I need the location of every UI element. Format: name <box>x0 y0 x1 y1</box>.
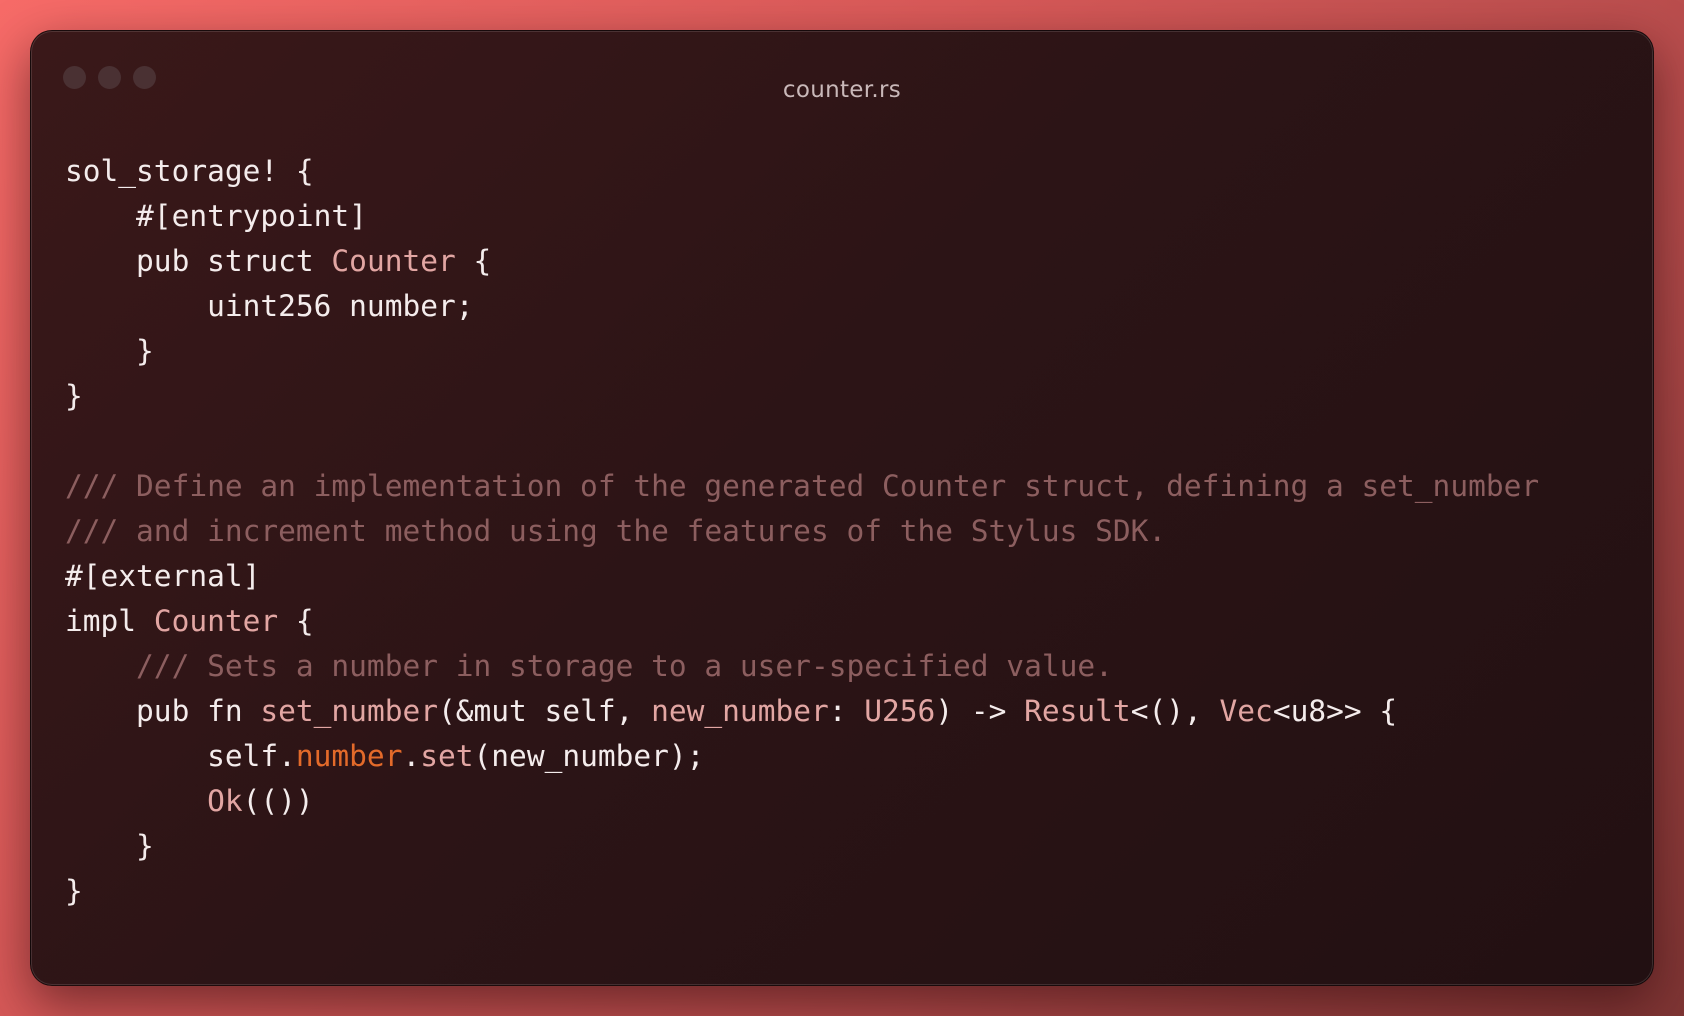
code-token: U256 <box>864 694 936 728</box>
code-token: } <box>65 334 154 368</box>
code-line: #[external] <box>65 554 1633 599</box>
code-token: self. <box>65 739 296 773</box>
code-window: counter.rs sol_storage! { #[entrypoint] … <box>30 30 1654 986</box>
code-token: (new_number); <box>473 739 705 773</box>
code-line: uint256 number; <box>65 284 1633 329</box>
code-token: /// Sets a number in storage to a user-s… <box>65 649 1113 683</box>
code-line: #[entrypoint] <box>65 194 1633 239</box>
code-token: } <box>65 379 83 413</box>
code-token: pub fn <box>65 694 261 728</box>
code-token: (&mut self, <box>437 694 652 728</box>
code-block: sol_storage! { #[entrypoint] pub struct … <box>65 149 1633 914</box>
code-token: number <box>295 739 403 773</box>
code-token: pub struct <box>65 244 332 278</box>
code-token: Ok <box>207 784 243 818</box>
code-line: sol_storage! { <box>65 149 1633 194</box>
code-token: uint256 number; <box>65 289 474 323</box>
code-token: : <box>828 694 865 728</box>
code-token: new_number <box>651 694 829 728</box>
code-token: Vec <box>1219 694 1273 728</box>
window-title: counter.rs <box>782 77 902 103</box>
code-token: Result <box>1024 694 1131 728</box>
code-token: } <box>65 829 154 863</box>
code-token: <u8>> { <box>1272 694 1398 728</box>
code-line: } <box>65 824 1633 869</box>
code-token: sol_storage! { <box>65 154 314 188</box>
code-token: #[entrypoint] <box>65 199 367 233</box>
code-line: /// Define an implementation of the gene… <box>65 464 1633 509</box>
code-line: self.number.set(new_number); <box>65 734 1633 779</box>
code-token: ) -> <box>935 694 1025 728</box>
code-token: <(), <box>1130 694 1220 728</box>
code-line: Ok(()) <box>65 779 1633 824</box>
code-line: pub struct Counter { <box>65 239 1633 284</box>
code-line: /// and increment method using the featu… <box>65 509 1633 554</box>
code-line: } <box>65 869 1633 914</box>
code-token: impl <box>65 604 154 638</box>
code-line: pub fn set_number(&mut self, new_number:… <box>65 689 1633 734</box>
code-line: impl Counter { <box>65 599 1633 644</box>
window-titlebar: counter.rs <box>31 31 1653 121</box>
code-token: set_number <box>260 694 438 728</box>
code-token: /// and increment method using the featu… <box>65 514 1167 548</box>
code-token: #[external] <box>65 559 261 593</box>
code-token: . <box>402 739 421 773</box>
code-token: (()) <box>242 784 314 818</box>
code-line: /// Sets a number in storage to a user-s… <box>65 644 1633 689</box>
code-line: } <box>65 329 1633 374</box>
code-token: } <box>65 874 83 908</box>
code-token: set <box>420 739 474 773</box>
code-token: { <box>455 244 492 278</box>
code-line: } <box>65 374 1633 419</box>
code-token: /// Define an implementation of the gene… <box>65 469 1540 503</box>
code-token: Counter <box>331 244 456 278</box>
code-token: Counter <box>153 604 279 638</box>
code-token: { <box>278 604 314 638</box>
